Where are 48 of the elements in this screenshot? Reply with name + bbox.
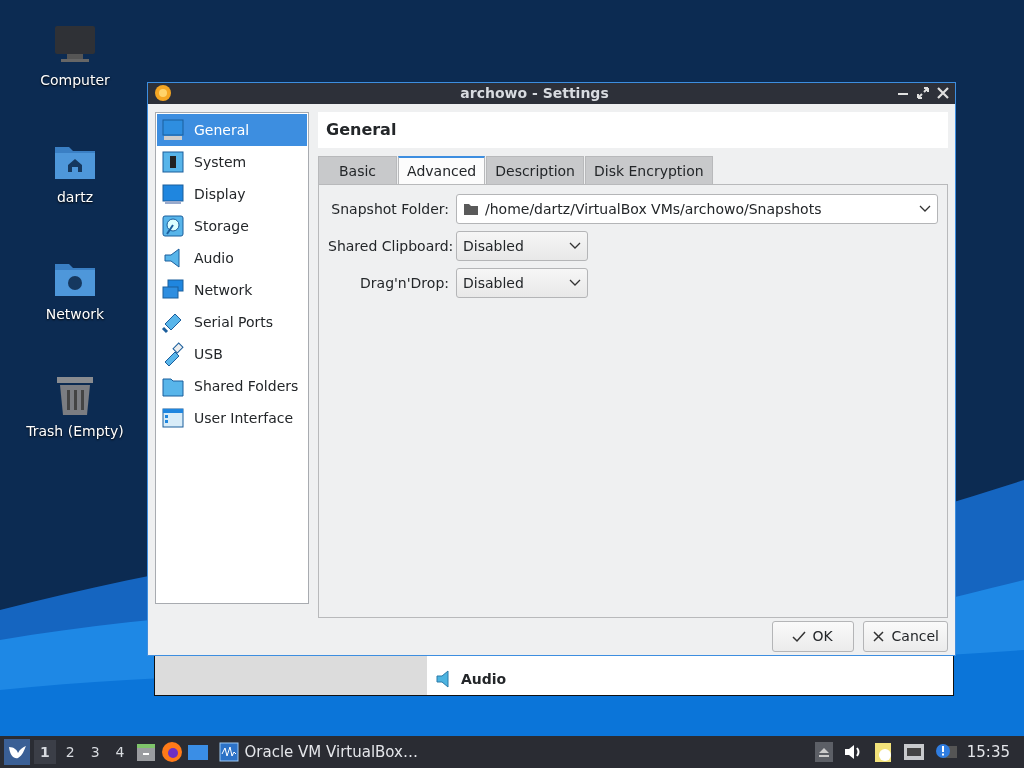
ok-button[interactable]: OK xyxy=(771,620,854,652)
network-port-icon[interactable] xyxy=(902,742,925,762)
desktop-icon-label[interactable]: dartz xyxy=(56,189,94,205)
sidebar-item[interactable]: User Interface xyxy=(157,401,307,434)
dropdown[interactable]: Disabled xyxy=(456,267,588,298)
sidebar-item[interactable]: Network xyxy=(157,273,307,306)
desktop-icon-label[interactable]: Network xyxy=(45,306,105,322)
chevron-down-icon xyxy=(569,278,581,288)
chevron-down-icon xyxy=(569,241,581,251)
workspace-button[interactable]: 2 xyxy=(59,740,81,764)
close-icon xyxy=(871,629,886,643)
sidebar-item[interactable]: Display xyxy=(157,177,307,210)
window-title: archowo - Settings xyxy=(459,85,610,102)
waveform-icon xyxy=(218,742,239,762)
page-title: General xyxy=(318,111,948,148)
tab[interactable]: Description xyxy=(486,155,584,184)
network-icon xyxy=(161,277,185,302)
sidebar-item[interactable]: Audio xyxy=(157,241,307,274)
maximize-icon[interactable] xyxy=(917,87,929,100)
folder-dropdown[interactable]: /home/dartz/VirtualBox VMs/archowo/Snapshots xyxy=(456,193,938,224)
sidebar-item[interactable]: System xyxy=(157,145,307,178)
field-label: Snapshot Folder: xyxy=(330,200,449,217)
folder-icon xyxy=(463,201,479,216)
display-icon xyxy=(161,181,185,206)
sidebar-item[interactable]: Storage xyxy=(157,209,307,242)
desktop-icon-label[interactable]: Computer xyxy=(40,72,110,88)
workspace-button[interactable]: 4 xyxy=(109,740,131,764)
eject-icon[interactable] xyxy=(814,742,833,762)
sidebar-item[interactable]: Serial Ports xyxy=(157,305,307,338)
tab[interactable]: Disk Encryption xyxy=(584,155,713,184)
tab[interactable]: Advanced xyxy=(398,155,486,184)
clock: 15:35 xyxy=(966,743,1010,761)
sidebar-item[interactable]: USB xyxy=(157,337,307,370)
taskbar-task[interactable]: Oracle VM VirtualBox… xyxy=(212,742,424,762)
tab[interactable]: Basic xyxy=(318,155,398,184)
sidebar-item[interactable]: Shared Folders xyxy=(157,369,307,402)
check-icon xyxy=(792,629,807,643)
section-title: Audio xyxy=(461,671,507,687)
clipboard-icon[interactable] xyxy=(872,741,893,763)
workspace-button[interactable]: 1 xyxy=(34,740,56,764)
close-icon[interactable] xyxy=(937,87,949,100)
dropdown[interactable]: Disabled xyxy=(456,230,588,261)
workspace-button[interactable]: 3 xyxy=(84,740,106,764)
file-cabinet-icon[interactable] xyxy=(134,741,157,763)
field-label: Drag'n'Drop: xyxy=(359,274,449,291)
desktop-icon-label[interactable]: Trash (Empty) xyxy=(26,423,124,439)
chevron-down-icon xyxy=(919,204,931,214)
cancel-button[interactable]: Cancel xyxy=(862,620,948,652)
